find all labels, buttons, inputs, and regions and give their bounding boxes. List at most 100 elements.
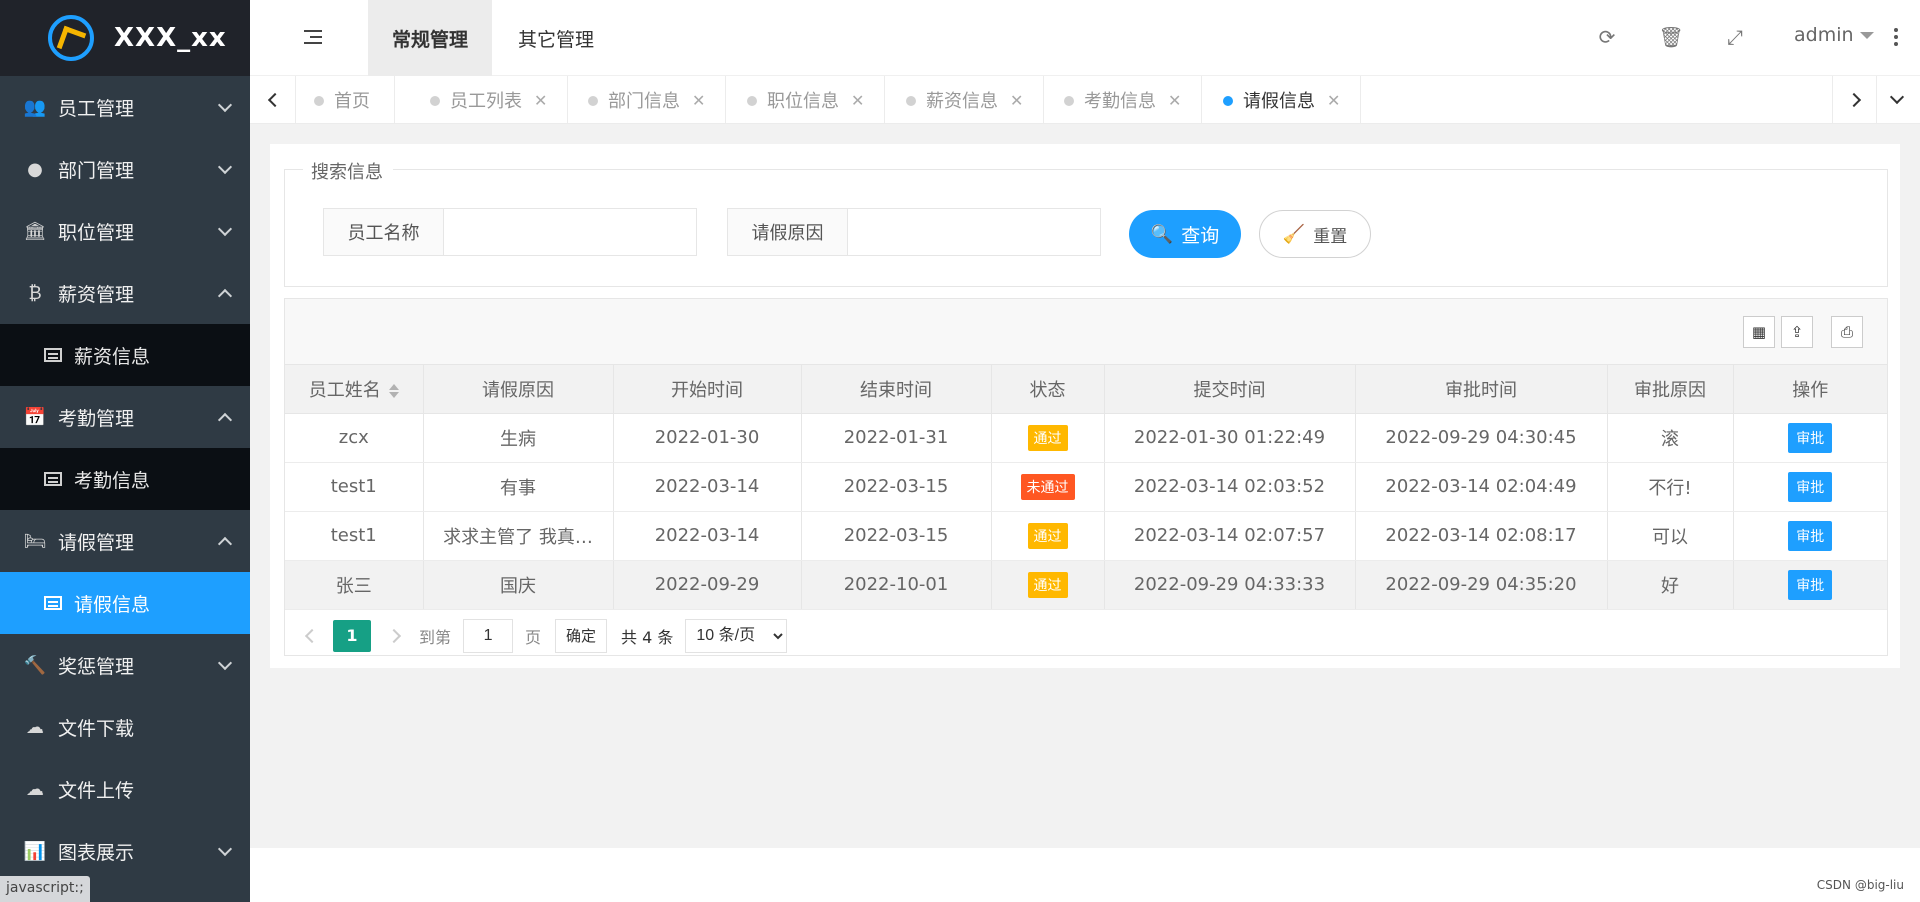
cell-status: 通过 [991,560,1105,610]
page-tab-home[interactable]: 首页 [296,76,395,124]
tab-scroll-right-button[interactable] [1832,76,1878,124]
sidebar-subitem-salary-info[interactable]: 薪资信息 [0,324,250,386]
list-icon [44,348,62,362]
cell-name: zcx [285,413,424,463]
sidebar-item-department[interactable]: ● 部门管理 [0,138,250,200]
chevron-right-icon [1846,92,1861,108]
sidebar-item-upload[interactable]: ☁ 文件上传 [0,758,250,820]
tab-scroll-left-button[interactable] [250,76,296,124]
watermark: CSDN @big-liu [1816,878,1904,892]
sort-icon[interactable] [388,383,399,398]
sidebar-item-attendance[interactable]: 📅 考勤管理 [0,386,250,448]
approve-button[interactable]: 审批 [1788,422,1833,453]
columns-filter-icon[interactable]: ▦ [1743,316,1775,348]
logo[interactable]: XXX_xx [0,0,250,76]
sidebar-item-leave[interactable]: 🛏 请假管理 [0,510,250,572]
tab-dot-icon [1223,96,1233,106]
sidebar-item-employee[interactable]: 👥 员工管理 [0,76,250,138]
search-button-label: 查询 [1181,225,1220,247]
chevron-down-icon [1889,89,1904,105]
leave-reason-input[interactable] [848,209,1100,255]
page-tab-salary-info[interactable]: 薪资信息 ✕ [888,76,1045,124]
cell-reason: 生病 [423,413,614,463]
leave-reason-label: 请假原因 [728,209,848,255]
close-icon[interactable]: ✕ [1010,91,1023,110]
menu-toggle-icon[interactable] [304,30,322,45]
close-icon[interactable]: ✕ [1168,91,1181,110]
status-badge: 通过 [1027,522,1068,549]
sidebar-item-download[interactable]: ☁ 文件下载 [0,696,250,758]
next-page-icon[interactable] [386,628,402,643]
approve-button[interactable]: 审批 [1788,520,1833,551]
page-tab-leave-info[interactable]: 请假信息 ✕ [1205,76,1362,124]
main-content: 搜索信息 员工名称 请假原因 🔍 查询 🧹 重置 ▦ ⇪ ⎙ 员工姓名 请假原因… [250,124,1920,848]
cell-actions: 审批 [1733,462,1887,512]
page-tab-attendance-info[interactable]: 考勤信息 ✕ [1046,76,1203,124]
tab-dot-icon [588,96,598,106]
reset-button[interactable]: 🧹 重置 [1259,210,1371,258]
close-icon[interactable]: ✕ [534,91,547,110]
table-row[interactable]: 张三 国庆 2022-09-29 2022-10-01 通过 2022-09-2… [285,560,1887,610]
column-header-approve-reason: 审批原因 [1607,365,1734,414]
tab-general-management[interactable]: 常规管理 [368,0,493,76]
cell-reason: 有事 [423,462,614,512]
page-tab-department-info[interactable]: 部门信息 ✕ [570,76,727,124]
goto-confirm-button[interactable]: 确定 [555,618,608,653]
table-row[interactable]: zcx 生病 2022-01-30 2022-01-31 通过 2022-01-… [285,413,1887,463]
close-icon[interactable]: ✕ [1327,91,1340,110]
sidebar-item-reward[interactable]: 🔨 奖惩管理 [0,634,250,696]
employee-name-field: 员工名称 [323,208,697,256]
page-tab-position-info[interactable]: 职位信息 ✕ [729,76,886,124]
tab-options-button[interactable] [1876,76,1920,124]
logo-text: XXX_xx [114,23,227,53]
sidebar-item-position[interactable]: 🏛 职位管理 [0,200,250,262]
leave-table-panel: ▦ ⇪ ⎙ 员工姓名 请假原因 开始时间 结束时间 状态 提交时间 审批时间 审… [284,298,1888,656]
cell-approve-reason: 不行! [1607,462,1734,512]
column-header-name[interactable]: 员工姓名 [285,365,424,414]
gavel-icon: 🔨 [23,654,47,676]
close-icon[interactable]: ✕ [851,91,864,110]
sidebar-subitem-label: 考勤信息 [74,469,151,492]
approve-button[interactable]: 审批 [1788,471,1833,502]
tab-other-management[interactable]: 其它管理 [494,0,618,76]
status-badge: 通过 [1027,571,1068,598]
sidebar-item-charts[interactable]: 📊 图表展示 [0,820,250,882]
approve-button[interactable]: 审批 [1788,569,1833,600]
more-vertical-icon[interactable] [1894,28,1898,49]
cell-actions: 审批 [1733,511,1887,561]
search-button[interactable]: 🔍 查询 [1129,210,1241,258]
sidebar-subitem-leave-info[interactable]: 请假信息 [0,572,250,634]
fullscreen-icon[interactable]: ⤢ [1724,25,1746,49]
page-tab-label: 员工列表 [450,91,522,112]
sidebar-subitem-attendance-info[interactable]: 考勤信息 [0,448,250,510]
column-header-status: 状态 [991,365,1105,414]
close-icon[interactable]: ✕ [692,91,705,110]
export-icon[interactable]: ⇪ [1781,316,1813,348]
user-menu[interactable]: admin [1794,24,1874,46]
print-icon[interactable]: ⎙ [1831,316,1863,348]
submenu-attendance: 考勤信息 [0,448,250,510]
current-page-button[interactable]: 1 [333,619,371,652]
chevron-down-icon [217,841,233,857]
employee-name-input[interactable] [444,209,696,255]
table-row[interactable]: test1 有事 2022-03-14 2022-03-15 未通过 2022-… [285,462,1887,512]
goto-page-input[interactable] [463,618,514,653]
cell-start: 2022-01-30 [613,413,802,463]
sidebar: XXX_xx 👥 员工管理 ● 部门管理 🏛 职位管理 ₿ 薪资管理 薪资信息 [0,0,250,902]
table-row[interactable]: test1 求求主管了 我真… 2022-03-14 2022-03-15 通过… [285,511,1887,561]
sidebar-item-label: 薪资管理 [58,283,135,306]
sidebar-subitem-label: 薪资信息 [74,345,151,368]
sidebar-item-salary[interactable]: ₿ 薪资管理 [0,262,250,324]
prev-page-icon[interactable] [304,628,320,643]
refresh-icon[interactable]: ⟳ [1596,25,1618,49]
page-size-select[interactable]: 10 条/页 [685,618,788,653]
sidebar-item-label: 请假管理 [58,531,135,554]
caret-down-icon [1859,31,1874,39]
cell-approve-time: 2022-09-29 04:35:20 [1355,560,1608,610]
cell-actions: 审批 [1733,560,1887,610]
chevron-up-icon [217,412,233,428]
trash-icon[interactable]: 🗑 [1658,25,1683,49]
sidebar-item-label: 文件上传 [58,779,135,802]
page-tab-label: 考勤信息 [1084,91,1156,112]
page-tab-employee-list[interactable]: 员工列表 ✕ [412,76,569,124]
